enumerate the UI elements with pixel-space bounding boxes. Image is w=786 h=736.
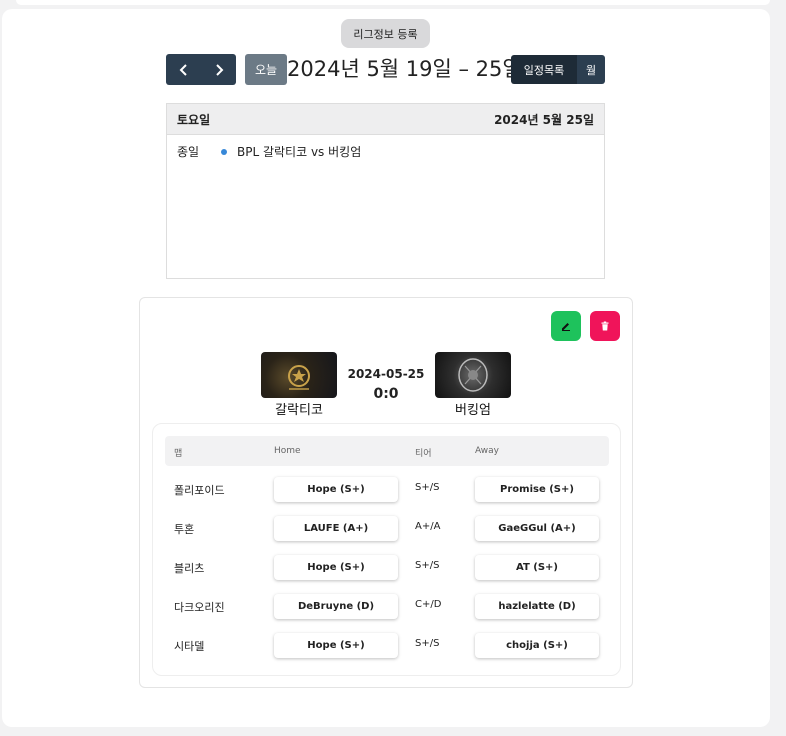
list-item[interactable]: 종일 BPL 갈락티코 vs 버킹엄: [167, 135, 604, 168]
away-player-button[interactable]: Promise (S+): [475, 477, 599, 502]
view-month-button[interactable]: 월: [577, 55, 605, 84]
away-player-button[interactable]: AT (S+): [475, 555, 599, 580]
list-day-label[interactable]: 토요일: [177, 111, 210, 128]
home-player-button[interactable]: Hope (S+): [274, 633, 398, 658]
chevron-left-icon: [179, 63, 187, 76]
trash-icon: [601, 321, 609, 331]
table-row: 시타델 Hope (S+) S+/S chojja (S+): [165, 631, 609, 661]
match-score: 0:0: [373, 386, 399, 402]
calendar-nav-group: [166, 54, 236, 85]
view-list-button[interactable]: 일정목록: [511, 55, 577, 84]
event-title[interactable]: BPL 갈락티코 vs 버킹엄: [237, 143, 361, 160]
away-player-button[interactable]: GaeGGul (A+): [475, 516, 599, 541]
list-date-label[interactable]: 2024년 5월 25일: [494, 111, 594, 128]
table-row: 블리츠 Hope (S+) S+/S AT (S+): [165, 553, 609, 583]
match-date: 2024-05-25: [347, 367, 425, 381]
map-name: 투혼: [174, 523, 195, 536]
away-player-button[interactable]: chojja (S+): [475, 633, 599, 658]
pencil-icon: [562, 323, 570, 331]
away-player-button[interactable]: hazlelatte (D): [475, 594, 599, 619]
header-map: 맵: [174, 449, 183, 459]
home-player-button[interactable]: DeBruyne (D): [274, 594, 398, 619]
delete-button[interactable]: [590, 311, 620, 341]
league-register-button[interactable]: 리그정보 등록: [341, 19, 430, 48]
home-team-name: 갈락티코: [275, 403, 323, 418]
view-switcher: 일정목록 월: [511, 55, 605, 84]
top-strip: [16, 0, 770, 5]
home-team-logo: [261, 352, 337, 398]
list-day-header: 토요일 2024년 5월 25일: [167, 104, 604, 135]
event-list: 토요일 2024년 5월 25일 종일 BPL 갈락티코 vs 버킹엄: [166, 103, 605, 279]
next-button[interactable]: [201, 54, 236, 85]
table-row: 폴리포이드 Hope (S+) S+/S Promise (S+): [165, 475, 609, 505]
header-tier: 티어: [415, 449, 432, 459]
map-name: 폴리포이드: [174, 484, 225, 497]
tier-value: C+/D: [415, 599, 442, 610]
tier-value: A+/A: [415, 521, 441, 532]
match-card: 갈락티코 버킹엄 2024-05-25 0:0 맵 Home 티어 Away 폴…: [139, 297, 633, 688]
edit-button[interactable]: [551, 311, 581, 341]
tier-value: S+/S: [415, 560, 440, 571]
chevron-right-icon: [215, 63, 223, 76]
header-away: Away: [475, 446, 499, 456]
home-player-button[interactable]: LAUFE (A+): [274, 516, 398, 541]
table-row: 투혼 LAUFE (A+) A+/A GaeGGul (A+): [165, 514, 609, 544]
map-name: 다크오리진: [174, 601, 225, 614]
lineup-header: 맵 Home 티어 Away: [165, 436, 609, 466]
home-player-button[interactable]: Hope (S+): [274, 555, 398, 580]
away-team-name: 버킹엄: [455, 403, 491, 418]
map-name: 블리츠: [174, 562, 205, 575]
event-time: 종일: [177, 145, 200, 159]
event-dot-icon: [221, 148, 227, 155]
map-name: 시타델: [174, 640, 205, 653]
today-button[interactable]: 오늘: [245, 54, 287, 85]
tier-value: S+/S: [415, 638, 440, 649]
away-team-logo: [435, 352, 511, 398]
table-row: 다크오리진 DeBruyne (D) C+/D hazlelatte (D): [165, 592, 609, 622]
header-home: Home: [274, 446, 301, 456]
home-player-button[interactable]: Hope (S+): [274, 477, 398, 502]
lineup-table: 맵 Home 티어 Away 폴리포이드 Hope (S+) S+/S Prom…: [152, 423, 621, 676]
calendar-title: 2024년 5월 19일 – 25일: [287, 57, 522, 81]
tier-value: S+/S: [415, 482, 440, 493]
prev-button[interactable]: [166, 54, 201, 85]
